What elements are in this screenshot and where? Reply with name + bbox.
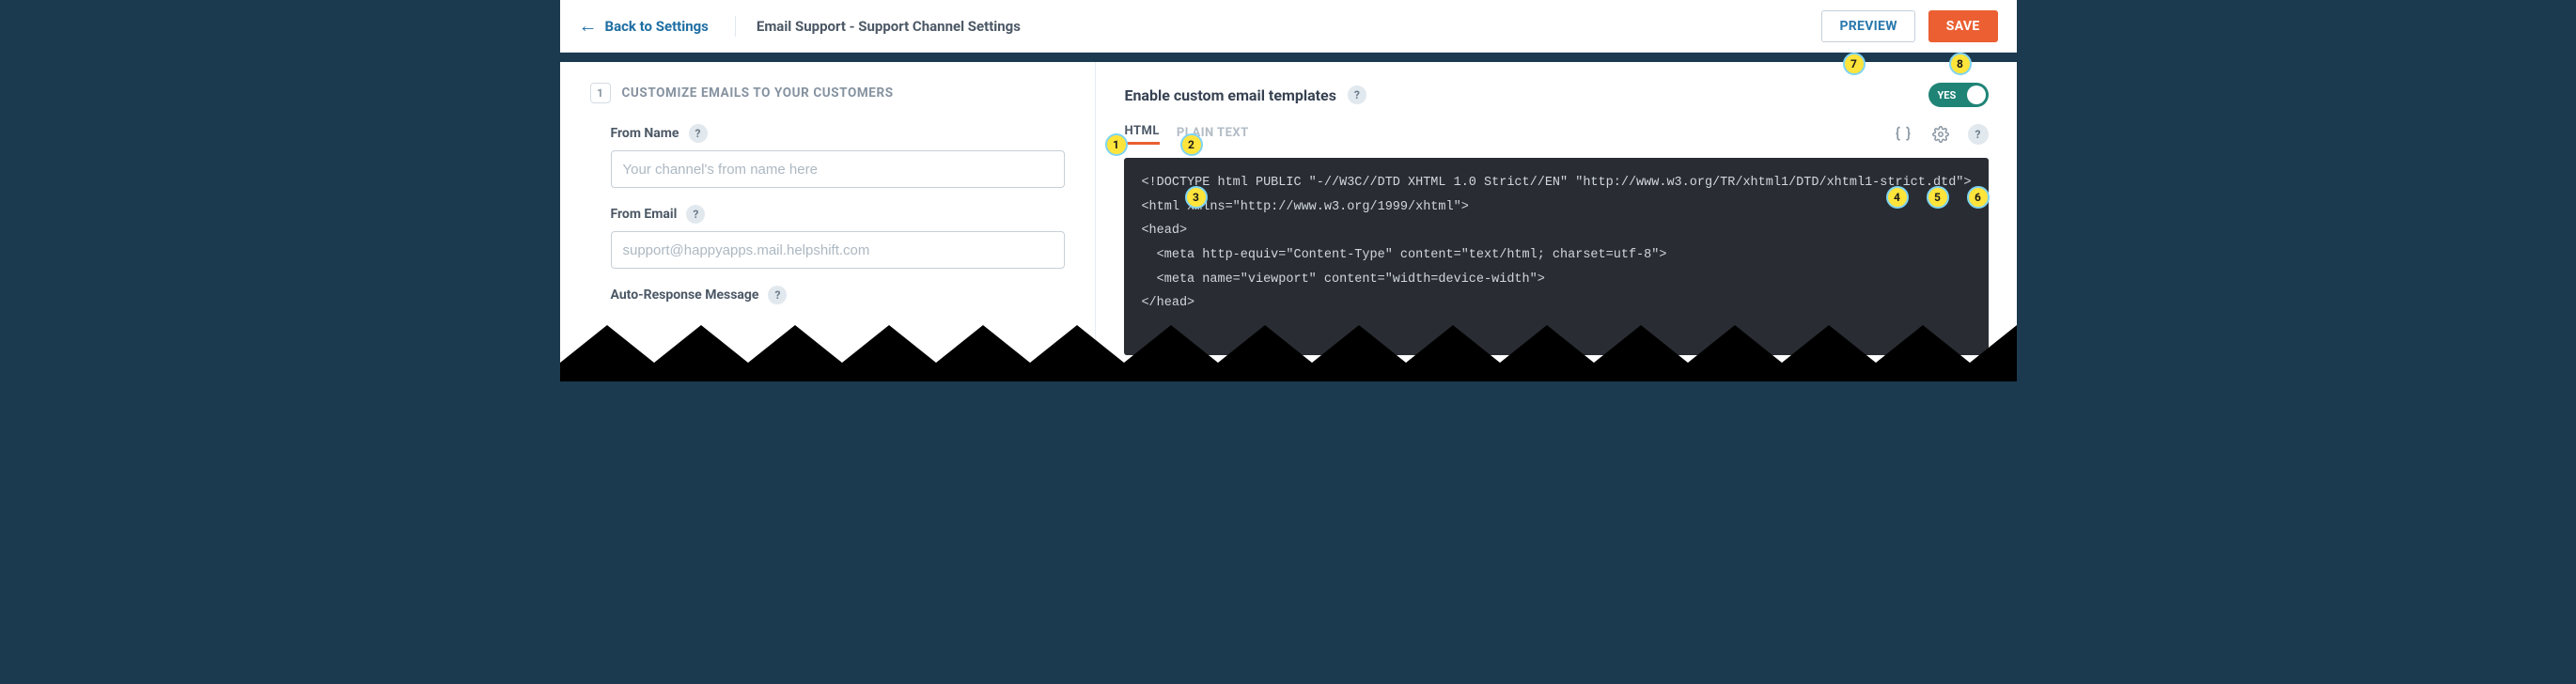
section-title: CUSTOMIZE EMAILS TO YOUR CUSTOMERS xyxy=(622,86,894,101)
enable-templates-toggle[interactable]: YES xyxy=(1928,83,1989,107)
preview-button[interactable]: PREVIEW xyxy=(1821,10,1914,42)
help-icon[interactable]: ? xyxy=(1348,86,1366,104)
from-email-input[interactable] xyxy=(611,231,1066,269)
annotation-marker-8: 8 xyxy=(1949,53,1972,75)
back-link[interactable]: ← Back to Settings xyxy=(579,18,709,35)
from-email-label: From Email xyxy=(611,207,678,222)
help-icon[interactable]: ? xyxy=(1968,124,1989,145)
annotation-marker-3: 3 xyxy=(1185,186,1208,209)
annotation-marker-2: 2 xyxy=(1180,133,1203,156)
tab-html[interactable]: HTML xyxy=(1124,124,1159,145)
header-bar: ← Back to Settings Email Support - Suppo… xyxy=(560,0,2017,53)
arrow-left-icon: ← xyxy=(579,16,598,35)
right-column: Enable custom email templates ? YES HTML… xyxy=(1096,62,2016,381)
toggle-label: YES xyxy=(1938,89,1957,101)
annotation-marker-7: 7 xyxy=(1843,53,1866,75)
save-button[interactable]: SAVE xyxy=(1928,10,1998,42)
enable-templates-title: Enable custom email templates xyxy=(1124,86,1335,104)
annotation-marker-6: 6 xyxy=(1967,186,1990,209)
help-icon[interactable]: ? xyxy=(689,124,708,143)
annotation-marker-4: 4 xyxy=(1886,186,1909,209)
from-name-label: From Name xyxy=(611,126,679,141)
back-label: Back to Settings xyxy=(605,18,709,35)
left-column: 1 CUSTOMIZE EMAILS TO YOUR CUSTOMERS Fro… xyxy=(560,62,1097,381)
page-title: Email Support - Support Channel Settings xyxy=(757,18,1021,35)
help-icon[interactable]: ? xyxy=(686,205,705,224)
toggle-knob xyxy=(1967,86,1986,104)
auto-response-label: Auto-Response Message xyxy=(611,288,759,303)
gear-icon[interactable] xyxy=(1930,124,1951,145)
annotation-marker-1: 1 xyxy=(1105,133,1128,156)
braces-icon[interactable] xyxy=(1893,124,1913,145)
from-name-input[interactable] xyxy=(611,150,1066,188)
code-editor[interactable]: <!DOCTYPE html PUBLIC "-//W3C//DTD XHTML… xyxy=(1124,158,1988,355)
help-icon[interactable]: ? xyxy=(768,286,787,304)
annotation-marker-5: 5 xyxy=(1927,186,1949,209)
divider xyxy=(735,16,736,37)
step-number: 1 xyxy=(590,83,611,103)
